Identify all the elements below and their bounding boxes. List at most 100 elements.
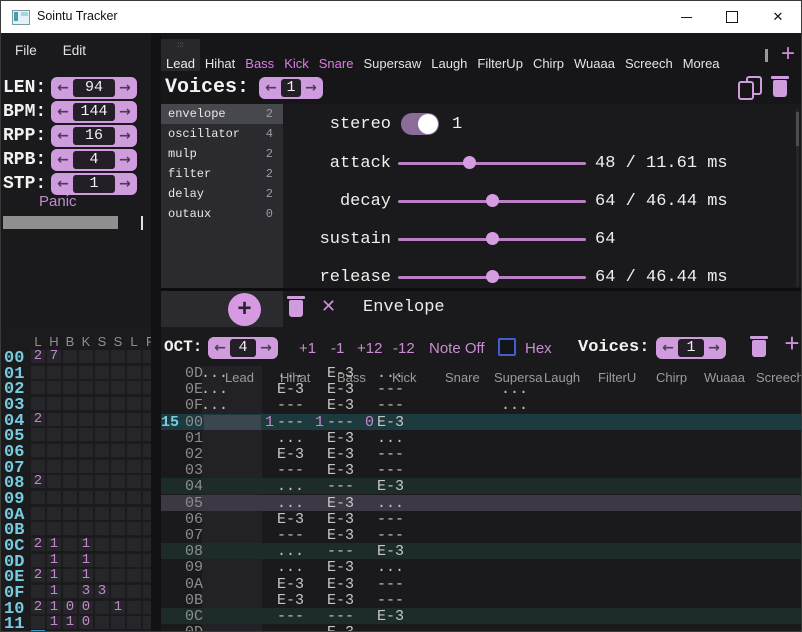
spinner-len-decrement-button[interactable]: ← bbox=[53, 80, 73, 96]
order-cell[interactable] bbox=[143, 444, 151, 457]
note-cell-kick[interactable]: --- bbox=[377, 577, 404, 593]
attack-slider-knob[interactable] bbox=[463, 156, 476, 169]
note-cell-hihat[interactable]: --- bbox=[277, 415, 304, 431]
order-cell[interactable] bbox=[95, 413, 109, 426]
order-cell[interactable] bbox=[111, 491, 125, 504]
note-cell-bass[interactable]: E-3 bbox=[327, 528, 354, 544]
order-cell[interactable]: 1 bbox=[47, 601, 61, 614]
order-cell[interactable]: 1 bbox=[79, 538, 93, 551]
order-cell[interactable] bbox=[47, 397, 61, 410]
order-cell[interactable] bbox=[111, 585, 125, 598]
order-cell[interactable] bbox=[63, 554, 77, 567]
note-cell-bass[interactable]: E-3 bbox=[327, 366, 354, 382]
add-unit-button[interactable]: + bbox=[228, 293, 261, 326]
order-cell[interactable] bbox=[31, 616, 45, 629]
spinner-len-value[interactable]: 94 bbox=[73, 79, 115, 97]
order-cell[interactable] bbox=[143, 350, 151, 363]
pattern-number-kick[interactable]: 0 bbox=[365, 415, 374, 431]
order-cell[interactable] bbox=[95, 491, 109, 504]
order-cell[interactable] bbox=[95, 366, 109, 379]
order-cell[interactable]: 1 bbox=[47, 569, 61, 582]
note-cell-hihat[interactable]: E-3 bbox=[277, 382, 304, 398]
toolbar-button--12[interactable]: -12 bbox=[393, 340, 415, 357]
voices-spinner-decrement-button[interactable]: ← bbox=[261, 80, 281, 96]
note-cell-bass[interactable]: E-3 bbox=[327, 447, 354, 463]
order-cell[interactable] bbox=[127, 350, 141, 363]
left-panel-scrollbar[interactable] bbox=[141, 216, 143, 230]
order-cell[interactable] bbox=[127, 397, 141, 410]
spinner-stp-value[interactable]: 1 bbox=[73, 175, 115, 193]
order-cell[interactable] bbox=[127, 585, 141, 598]
order-cell[interactable] bbox=[127, 444, 141, 457]
note-cell-bass[interactable]: E-3 bbox=[327, 382, 354, 398]
note-cell-bass[interactable]: --- bbox=[327, 479, 354, 495]
octave-spinner-value[interactable]: 4 bbox=[230, 339, 256, 357]
order-cell[interactable] bbox=[63, 397, 77, 410]
order-cell[interactable] bbox=[127, 569, 141, 582]
attack-slider-track[interactable] bbox=[398, 162, 586, 165]
window-minimize-button[interactable] bbox=[663, 1, 709, 33]
order-cell[interactable] bbox=[47, 460, 61, 473]
order-cell[interactable] bbox=[31, 381, 45, 394]
order-cell[interactable] bbox=[127, 601, 141, 614]
order-cell[interactable] bbox=[111, 444, 125, 457]
spinner-bpm-decrement-button[interactable]: ← bbox=[53, 104, 73, 120]
order-cell[interactable] bbox=[95, 522, 109, 535]
order-cell[interactable] bbox=[95, 507, 109, 520]
note-cell-hihat[interactable]: --- bbox=[277, 463, 304, 479]
order-cell[interactable] bbox=[143, 475, 151, 488]
note-cell-hihat[interactable]: --- bbox=[277, 609, 304, 625]
order-cell[interactable] bbox=[47, 507, 61, 520]
order-cell[interactable] bbox=[111, 460, 125, 473]
order-cell[interactable] bbox=[47, 491, 61, 504]
order-cell[interactable]: 1 bbox=[47, 554, 61, 567]
note-cell-kick[interactable]: --- bbox=[377, 512, 404, 528]
order-cell[interactable] bbox=[143, 413, 151, 426]
order-cell[interactable] bbox=[143, 554, 151, 567]
note-cell-hihat[interactable]: --- bbox=[277, 398, 304, 414]
order-cell[interactable] bbox=[127, 366, 141, 379]
note-cell-bass[interactable]: E-3 bbox=[327, 560, 354, 576]
order-cell[interactable] bbox=[47, 413, 61, 426]
order-cell[interactable] bbox=[79, 413, 93, 426]
note-cell-kick[interactable]: E-3 bbox=[377, 544, 404, 560]
note-cell-lead[interactable]: ... bbox=[201, 366, 228, 382]
order-cell[interactable] bbox=[79, 366, 93, 379]
note-cell-bass[interactable]: E-3 bbox=[327, 431, 354, 447]
order-cell[interactable] bbox=[79, 444, 93, 457]
order-cell[interactable] bbox=[95, 350, 109, 363]
order-cell[interactable] bbox=[111, 428, 125, 441]
order-cell[interactable] bbox=[143, 397, 151, 410]
note-cell-bass[interactable]: --- bbox=[327, 415, 354, 431]
order-cell[interactable] bbox=[143, 428, 151, 441]
tab-morea[interactable]: Morea bbox=[678, 39, 725, 71]
order-cell[interactable] bbox=[127, 554, 141, 567]
note-cell-bass[interactable]: --- bbox=[327, 544, 354, 560]
tab-kick[interactable]: Kick bbox=[279, 39, 314, 71]
order-cell[interactable] bbox=[63, 413, 77, 426]
order-cell[interactable] bbox=[31, 366, 45, 379]
order-cell[interactable] bbox=[143, 366, 151, 379]
order-cell[interactable] bbox=[127, 616, 141, 629]
track-voices-spinner-increment-button[interactable]: → bbox=[704, 340, 724, 356]
tab-snare[interactable]: Snare bbox=[314, 39, 359, 71]
order-cell[interactable] bbox=[47, 428, 61, 441]
order-cell[interactable] bbox=[143, 491, 151, 504]
note-cell-kick[interactable]: --- bbox=[377, 593, 404, 609]
note-cell-bass[interactable]: E-3 bbox=[327, 512, 354, 528]
order-cell[interactable]: 0 bbox=[79, 616, 93, 629]
note-cell-hihat[interactable]: ... bbox=[277, 366, 304, 382]
order-cell[interactable] bbox=[47, 444, 61, 457]
add-track-button[interactable]: + bbox=[779, 328, 802, 359]
order-cell[interactable] bbox=[143, 522, 151, 535]
note-cell-kick[interactable]: ... bbox=[377, 496, 404, 512]
order-cell[interactable] bbox=[31, 444, 45, 457]
note-cell-hihat[interactable]: E-3 bbox=[277, 593, 304, 609]
note-cell-bass[interactable]: E-3 bbox=[327, 577, 354, 593]
order-cell[interactable] bbox=[79, 381, 93, 394]
spinner-rpp-increment-button[interactable]: → bbox=[115, 128, 135, 144]
order-cell[interactable] bbox=[63, 585, 77, 598]
tab-chirp[interactable]: Chirp bbox=[528, 39, 569, 71]
order-cell[interactable] bbox=[111, 569, 125, 582]
order-cell[interactable] bbox=[127, 381, 141, 394]
